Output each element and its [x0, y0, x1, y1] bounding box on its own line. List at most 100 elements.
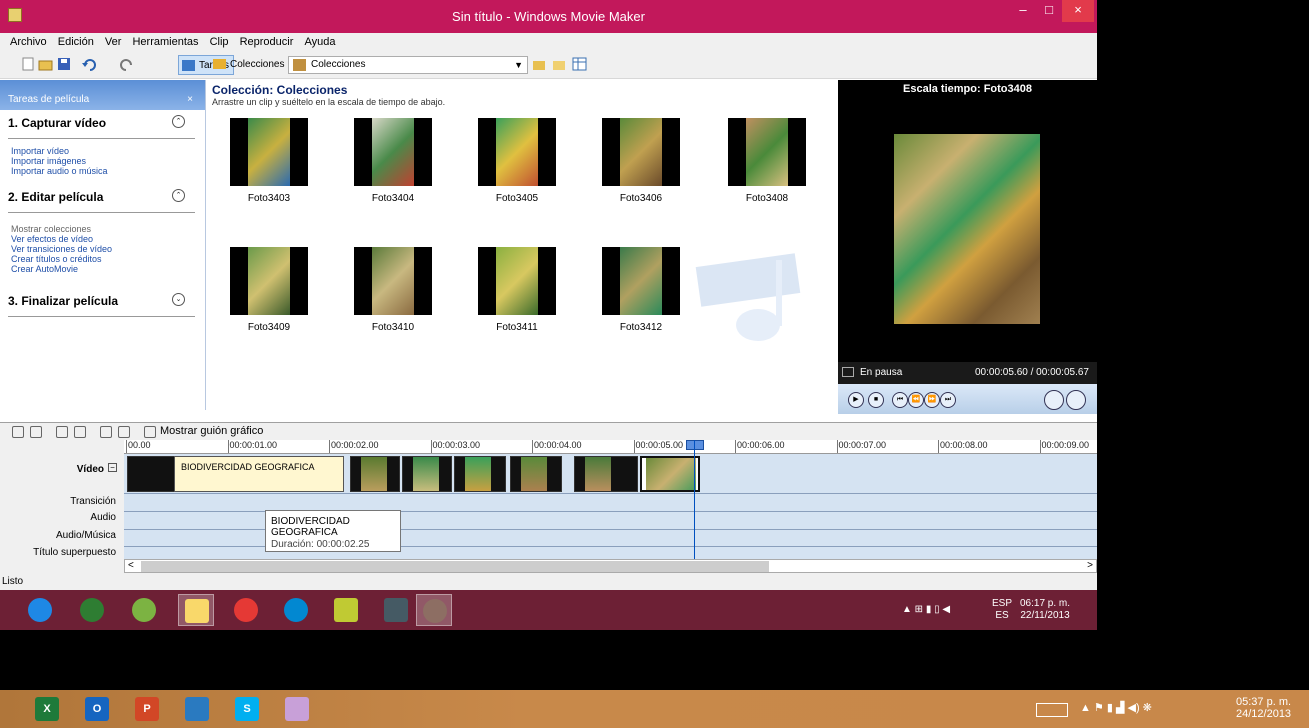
- zoom-in-icon[interactable]: [56, 426, 68, 438]
- narrate-icon[interactable]: [30, 426, 42, 438]
- close-tasks-pane-button[interactable]: ×: [187, 94, 193, 105]
- movie-maker-taskbar-icon[interactable]: [378, 594, 414, 626]
- thumbnail-label[interactable]: Foto3404: [343, 193, 443, 204]
- collection-thumbnail[interactable]: [728, 118, 806, 186]
- link-import-audio[interactable]: Importar audio o música: [11, 166, 205, 176]
- next-frame-icon[interactable]: ⏭: [940, 392, 956, 408]
- itunes-icon[interactable]: [126, 594, 162, 626]
- snapshot-icon[interactable]: [1066, 390, 1086, 410]
- thumbnail-label[interactable]: Foto3411: [467, 322, 567, 333]
- storyboard-icon[interactable]: [144, 426, 156, 438]
- stop-icon[interactable]: ■: [868, 392, 884, 408]
- save-icon[interactable]: [56, 57, 72, 71]
- video-track[interactable]: BIODIVERCIDAD GEOGRAFICA: [124, 454, 1097, 494]
- language-indicator[interactable]: ESP ES: [992, 598, 1012, 622]
- sticky-notes-icon[interactable]: [328, 594, 364, 626]
- video-clip[interactable]: [127, 456, 177, 492]
- scroll-left-icon[interactable]: <: [128, 560, 134, 571]
- open-icon[interactable]: [38, 57, 54, 71]
- thumbnail-label[interactable]: Foto3405: [467, 193, 567, 204]
- thumbnail-label[interactable]: Foto3409: [219, 322, 319, 333]
- collections-button[interactable]: Colecciones: [210, 55, 288, 75]
- rewind-timeline-icon[interactable]: [100, 426, 112, 438]
- collection-thumbnail[interactable]: [602, 247, 680, 315]
- excel-icon[interactable]: X: [28, 693, 66, 725]
- menu-clip[interactable]: Clip: [210, 33, 229, 51]
- show-storyboard-button[interactable]: Mostrar guión gráfico: [160, 425, 263, 437]
- keyboard-icon[interactable]: [1036, 703, 1068, 717]
- disc-icon[interactable]: [178, 693, 216, 725]
- collapse-icon[interactable]: ⌃: [172, 115, 185, 128]
- video-clip[interactable]: [350, 456, 400, 492]
- collection-thumbnail[interactable]: [602, 118, 680, 186]
- play-timeline-icon[interactable]: [118, 426, 130, 438]
- title-clip[interactable]: BIODIVERCIDAD GEOGRAFICA: [174, 456, 344, 492]
- file-explorer-icon[interactable]: [178, 594, 214, 626]
- up-folder-icon[interactable]: [532, 57, 548, 71]
- collection-thumbnail[interactable]: [478, 247, 556, 315]
- link-titles-credits[interactable]: Crear títulos o créditos: [11, 254, 205, 264]
- menu-ver[interactable]: Ver: [105, 33, 122, 51]
- previous-frame-icon[interactable]: ⏮: [892, 392, 908, 408]
- playhead[interactable]: [694, 440, 695, 562]
- video-clip[interactable]: [510, 456, 562, 492]
- skype-icon[interactable]: S: [228, 693, 266, 725]
- minimize-button[interactable]: –: [1010, 0, 1036, 22]
- outer-clock[interactable]: 05:37 p. m. 24/12/2013: [1236, 696, 1291, 720]
- timeline-scrollbar[interactable]: < >: [124, 559, 1097, 573]
- menu-herramientas[interactable]: Herramientas: [132, 33, 198, 51]
- link-automovie[interactable]: Crear AutoMovie: [11, 264, 205, 274]
- ie-icon[interactable]: [22, 594, 58, 626]
- split-clip-icon[interactable]: [1044, 390, 1064, 410]
- selected-video-clip[interactable]: [640, 456, 700, 492]
- set-levels-icon[interactable]: [12, 426, 24, 438]
- thumbnail-label[interactable]: Foto3406: [591, 193, 691, 204]
- menu-reproducir[interactable]: Reproducir: [240, 33, 294, 51]
- media-player-icon[interactable]: [278, 594, 314, 626]
- collection-thumbnail[interactable]: [478, 118, 556, 186]
- track-label-video[interactable]: Vídeo: [77, 464, 104, 475]
- video-clip[interactable]: [454, 456, 506, 492]
- collection-thumbnail[interactable]: [230, 118, 308, 186]
- link-show-collections[interactable]: Mostrar colecciones: [11, 224, 205, 234]
- play-icon[interactable]: ▶: [848, 392, 864, 408]
- outer-tray-icons[interactable]: ▲ ⚑ ▮ ▟ ◀) ❋: [1080, 702, 1152, 714]
- undo-icon[interactable]: [82, 57, 98, 71]
- link-video-effects[interactable]: Ver efectos de vídeo: [11, 234, 205, 244]
- playhead-handle[interactable]: [686, 440, 704, 450]
- expand-icon[interactable]: ⌄: [172, 293, 185, 306]
- thumbnail-label[interactable]: Foto3408: [717, 193, 817, 204]
- link-import-video[interactable]: Importar vídeo: [11, 146, 205, 156]
- scroll-right-icon[interactable]: >: [1087, 560, 1093, 571]
- collection-thumbnail[interactable]: [354, 247, 432, 315]
- time-ruler[interactable]: 00.00 00:00:01.00 00:00:02.00 00:00:03.00 00…: [124, 440, 1097, 454]
- menu-ayuda[interactable]: Ayuda: [304, 33, 335, 51]
- collapse-video-track-icon[interactable]: −: [108, 463, 117, 472]
- menu-archivo[interactable]: Archivo: [10, 33, 47, 51]
- maximize-button[interactable]: □: [1036, 0, 1062, 22]
- paint-icon[interactable]: [278, 693, 316, 725]
- thumbnail-label[interactable]: Foto3410: [343, 322, 443, 333]
- thumbnail-label[interactable]: Foto3412: [591, 322, 691, 333]
- clock[interactable]: 06:17 p. m. 22/11/2013: [1020, 598, 1070, 622]
- rewind-icon[interactable]: ⏪: [908, 392, 924, 408]
- recorder-icon[interactable]: [228, 594, 264, 626]
- scroll-thumb[interactable]: [141, 561, 769, 572]
- redo-icon[interactable]: [118, 57, 134, 71]
- forward-icon[interactable]: ⏩: [924, 392, 940, 408]
- new-folder-icon[interactable]: [552, 57, 568, 71]
- thumbnail-label[interactable]: Foto3403: [219, 193, 319, 204]
- media-center-icon[interactable]: [74, 594, 110, 626]
- movie-maker-active-icon[interactable]: [416, 594, 452, 626]
- collection-thumbnail[interactable]: [354, 118, 432, 186]
- collection-thumbnail[interactable]: [230, 247, 308, 315]
- new-project-icon[interactable]: [20, 57, 36, 71]
- menu-edicion[interactable]: Edición: [58, 33, 94, 51]
- views-icon[interactable]: [572, 57, 588, 71]
- video-clip[interactable]: [574, 456, 638, 492]
- link-video-transitions[interactable]: Ver transiciones de vídeo: [11, 244, 205, 254]
- collapse-icon[interactable]: ⌃: [172, 189, 185, 202]
- link-import-images[interactable]: Importar imágenes: [11, 156, 205, 166]
- zoom-out-icon[interactable]: [74, 426, 86, 438]
- close-button[interactable]: ×: [1062, 0, 1094, 22]
